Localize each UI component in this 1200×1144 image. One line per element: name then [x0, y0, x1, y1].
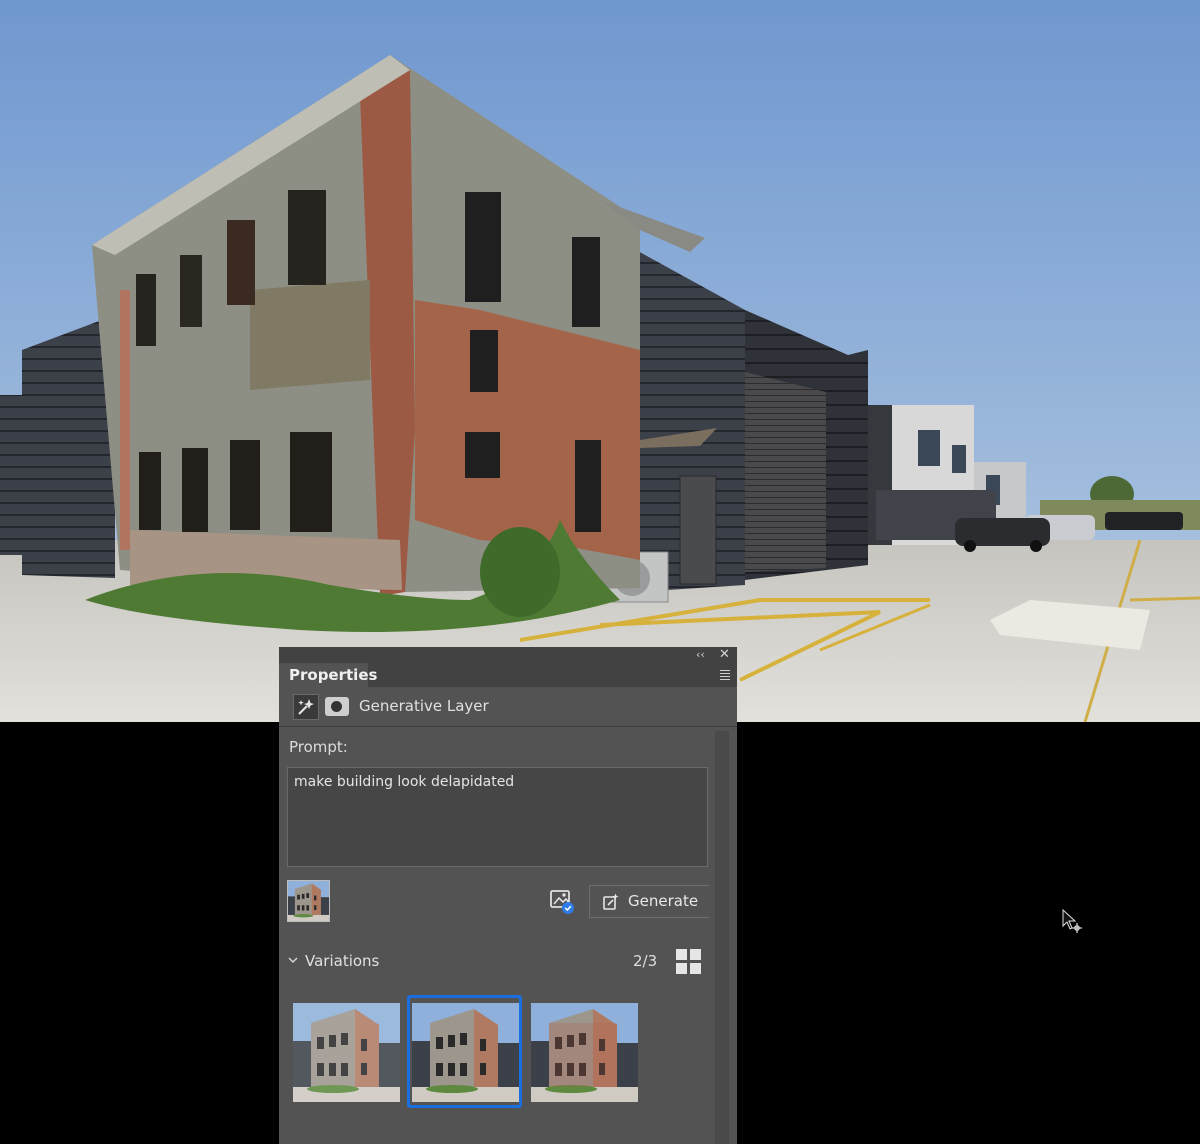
properties-panel: ‹‹ ✕ Properties Generative Layer Prompt:… — [279, 647, 737, 1144]
panel-scrollbar[interactable] — [715, 731, 729, 1144]
content-credentials-icon[interactable] — [547, 887, 577, 917]
generate-button[interactable]: Generate — [589, 885, 709, 918]
double-chevron-left-icon[interactable]: ‹‹ — [696, 648, 705, 662]
generative-layer-icon[interactable] — [293, 694, 319, 720]
variation-thumbnail-1[interactable] — [293, 1003, 400, 1102]
variations-label[interactable]: Variations — [305, 952, 379, 970]
reference-image-thumbnail[interactable] — [287, 880, 330, 922]
prompt-input[interactable]: make building look delapidated — [287, 767, 708, 867]
chevron-down-icon[interactable] — [287, 954, 299, 966]
hamburger-menu-icon[interactable] — [720, 670, 730, 682]
generate-label: Generate — [628, 892, 699, 910]
canvas-image — [0, 0, 1200, 722]
variation-thumbnail-2[interactable] — [412, 1003, 519, 1102]
prompt-label: Prompt: — [289, 738, 348, 756]
panel-header-bar: ‹‹ ✕ — [279, 647, 737, 663]
layer-name: Generative Layer — [359, 697, 489, 715]
variations-counter: 2/3 — [633, 952, 658, 970]
grid-view-icon[interactable] — [676, 949, 702, 975]
generate-icon — [603, 893, 619, 910]
layer-mask-icon[interactable] — [325, 697, 349, 716]
document-canvas[interactable] — [0, 0, 1200, 722]
panel-tab-bar: Properties — [279, 663, 737, 687]
variation-thumbnail-3[interactable] — [531, 1003, 638, 1102]
layer-info-row: Generative Layer — [279, 687, 737, 727]
close-icon[interactable]: ✕ — [719, 647, 730, 663]
tab-properties[interactable]: Properties — [279, 663, 377, 687]
move-cursor-icon — [1062, 909, 1082, 933]
